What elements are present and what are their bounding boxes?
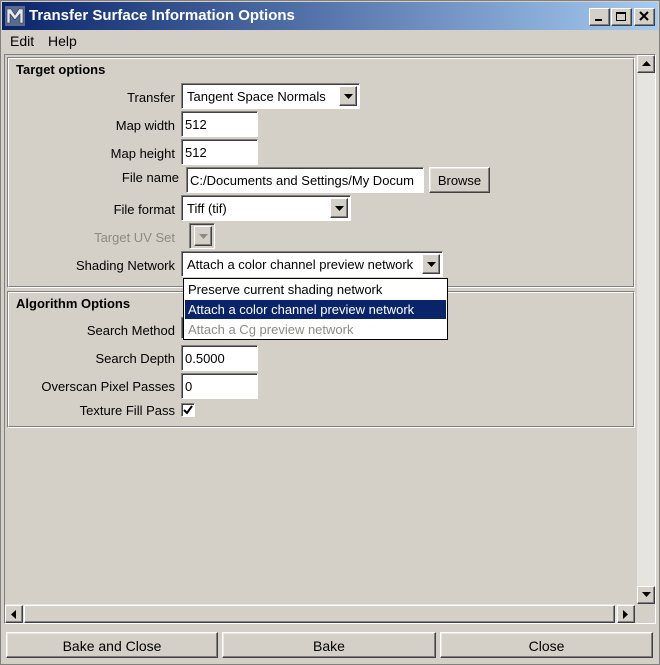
close-window-button[interactable] xyxy=(634,8,655,26)
overscan-input[interactable]: 0 xyxy=(181,373,258,399)
file-format-label: File format xyxy=(113,202,175,217)
transfer-combo[interactable]: Tangent Space Normals xyxy=(181,83,360,109)
transfer-label: Transfer xyxy=(127,90,175,105)
scroll-down-button[interactable] xyxy=(637,586,655,604)
options-scroll-area[interactable]: Target options Transfer Tangent Space No… xyxy=(4,54,656,624)
overscan-label: Overscan Pixel Passes xyxy=(41,379,175,394)
chevron-down-icon xyxy=(427,262,436,267)
window-title: Transfer Surface Information Options xyxy=(29,7,295,24)
horizontal-scroll-thumb[interactable] xyxy=(24,605,615,623)
checkmark-icon xyxy=(183,405,193,415)
target-options-title: Target options xyxy=(16,62,106,77)
map-width-input[interactable]: 512 xyxy=(181,111,258,137)
maximize-icon xyxy=(616,12,626,21)
shading-network-dropdown-button[interactable] xyxy=(422,254,440,274)
transfer-dropdown-button[interactable] xyxy=(339,86,357,106)
browse-button[interactable]: Browse xyxy=(429,167,490,193)
file-format-combo[interactable]: Tiff (tif) xyxy=(181,195,351,221)
file-format-value: Tiff (tif) xyxy=(187,201,227,216)
texture-fill-checkbox[interactable] xyxy=(181,403,195,417)
horizontal-scrollbar[interactable] xyxy=(5,604,635,623)
close-button[interactable]: Close xyxy=(440,632,653,658)
close-icon xyxy=(639,11,649,21)
map-width-label: Map width xyxy=(115,118,175,133)
menu-help[interactable]: Help xyxy=(44,32,81,50)
search-depth-label: Search Depth xyxy=(95,351,176,366)
file-name-input[interactable]: C:/Documents and Settings/My Docum xyxy=(186,167,424,193)
chevron-down-icon xyxy=(344,94,353,99)
shading-network-combo[interactable]: Attach a color channel preview network xyxy=(181,251,443,277)
search-method-label: Search Method xyxy=(86,323,175,338)
chevron-down-icon xyxy=(199,234,208,239)
dialog-window: Transfer Surface Information Options Edi… xyxy=(0,0,660,665)
file-format-dropdown-button[interactable] xyxy=(330,198,348,218)
map-height-input[interactable]: 512 xyxy=(181,139,258,165)
bake-button[interactable]: Bake xyxy=(222,632,436,658)
vertical-scrollbar[interactable] xyxy=(637,55,655,604)
options-content: Target options Transfer Tangent Space No… xyxy=(5,55,635,604)
texture-fill-label: Texture Fill Pass xyxy=(79,403,175,418)
shading-network-value: Attach a color channel preview network xyxy=(187,257,414,272)
chevron-down-icon xyxy=(335,206,344,211)
algorithm-options-title: Algorithm Options xyxy=(16,296,131,311)
shading-option-preserve[interactable]: Preserve current shading network xyxy=(185,280,446,299)
scroll-up-button[interactable] xyxy=(637,55,655,73)
minimize-icon xyxy=(595,19,602,21)
target-uv-set-combo xyxy=(189,223,215,249)
scroll-corner xyxy=(637,604,655,623)
map-height-label: Map height xyxy=(110,146,175,161)
scroll-right-button[interactable] xyxy=(617,605,635,623)
menu-bar: Edit Help xyxy=(2,30,658,52)
shading-option-color-channel[interactable]: Attach a color channel preview network xyxy=(185,300,446,319)
shading-option-cg: Attach a Cg preview network xyxy=(188,322,354,337)
bake-and-close-button[interactable]: Bake and Close xyxy=(6,632,218,658)
scroll-left-button[interactable] xyxy=(5,605,23,623)
maya-app-icon xyxy=(5,6,25,26)
arrow-down-icon xyxy=(642,592,651,597)
title-bar[interactable]: Transfer Surface Information Options xyxy=(2,2,658,30)
file-name-label: File name xyxy=(121,170,179,185)
arrow-up-icon xyxy=(642,61,651,66)
target-uv-set-label: Target UV Set xyxy=(94,230,175,245)
transfer-value: Tangent Space Normals xyxy=(187,89,326,104)
minimize-button[interactable] xyxy=(589,8,610,26)
maximize-button[interactable] xyxy=(611,8,632,26)
uv-set-dropdown-button xyxy=(194,226,212,246)
menu-edit[interactable]: Edit xyxy=(6,32,38,50)
shading-network-label: Shading Network xyxy=(76,258,175,273)
shading-network-dropdown-list: Preserve current shading network Attach … xyxy=(183,278,448,340)
arrow-right-icon xyxy=(623,610,628,619)
search-depth-input[interactable]: 0.5000 xyxy=(181,345,258,371)
arrow-left-icon xyxy=(11,610,16,619)
